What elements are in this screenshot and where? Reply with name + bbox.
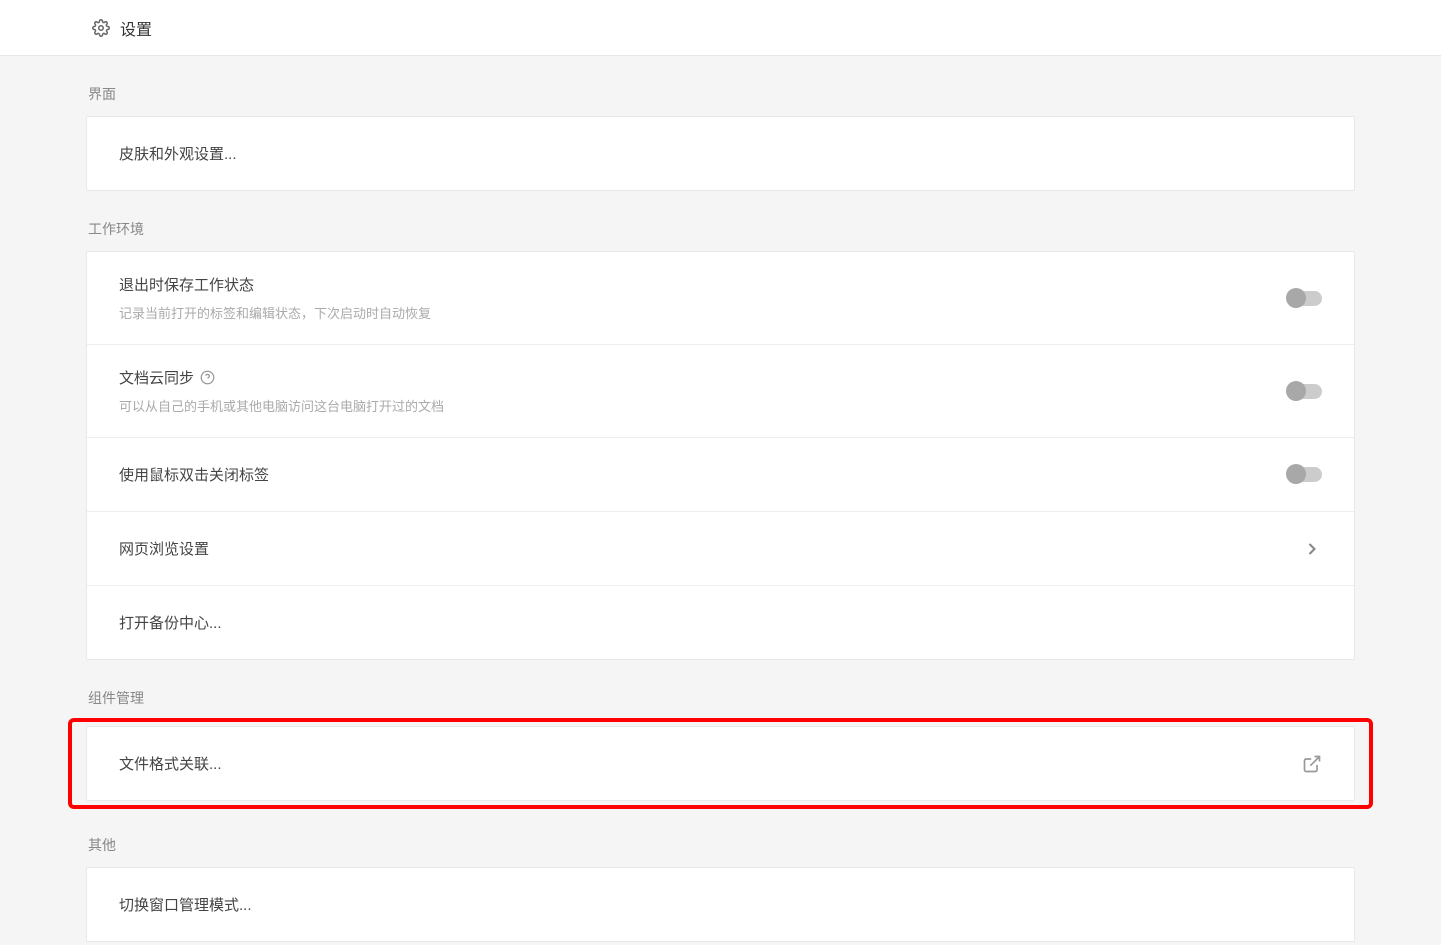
section-other: 其他 切换窗口管理模式...	[86, 835, 1355, 942]
save-work-state-label: 退出时保存工作状态	[119, 274, 431, 295]
section-title-interface: 界面	[86, 84, 1355, 104]
highlight-annotation: 文件格式关联...	[68, 718, 1373, 809]
section-work-env: 工作环境 退出时保存工作状态 记录当前打开的标签和编辑状态，下次启动时自动恢复 …	[86, 219, 1355, 660]
section-title-component-mgmt: 组件管理	[86, 688, 1355, 708]
section-component-mgmt: 组件管理 文件格式关联...	[86, 688, 1355, 809]
backup-center-row[interactable]: 打开备份中心...	[87, 586, 1354, 659]
double-click-close-label: 使用鼠标双击关闭标签	[119, 464, 269, 485]
section-title-other: 其他	[86, 835, 1355, 855]
help-icon[interactable]	[200, 370, 215, 385]
section-interface: 界面 皮肤和外观设置...	[86, 84, 1355, 191]
save-work-state-row[interactable]: 退出时保存工作状态 记录当前打开的标签和编辑状态，下次启动时自动恢复	[87, 252, 1354, 345]
cloud-sync-toggle[interactable]	[1288, 384, 1322, 399]
cloud-sync-label: 文档云同步	[119, 367, 194, 388]
page-title: 设置	[120, 16, 152, 40]
skin-appearance-row[interactable]: 皮肤和外观设置...	[87, 117, 1354, 190]
window-mode-label: 切换窗口管理模式...	[119, 894, 252, 915]
backup-center-label: 打开备份中心...	[119, 612, 222, 633]
header-bar: 设置	[0, 0, 1441, 56]
save-work-state-desc: 记录当前打开的标签和编辑状态，下次启动时自动恢复	[119, 303, 431, 322]
double-click-close-toggle[interactable]	[1288, 467, 1322, 482]
chevron-right-icon	[1302, 539, 1322, 559]
cloud-sync-row[interactable]: 文档云同步 可以从自己的手机或其他电脑访问这台电脑打开过的文档	[87, 345, 1354, 438]
gear-icon	[92, 19, 110, 37]
section-title-work-env: 工作环境	[86, 219, 1355, 239]
web-browse-row[interactable]: 网页浏览设置	[87, 512, 1354, 586]
window-mode-row[interactable]: 切换窗口管理模式...	[87, 868, 1354, 941]
cloud-sync-desc: 可以从自己的手机或其他电脑访问这台电脑打开过的文档	[119, 396, 444, 415]
file-format-label: 文件格式关联...	[119, 753, 222, 774]
save-work-state-toggle[interactable]	[1288, 291, 1322, 306]
web-browse-label: 网页浏览设置	[119, 538, 209, 559]
external-link-icon	[1302, 754, 1322, 774]
file-format-row[interactable]: 文件格式关联...	[87, 727, 1354, 800]
skin-appearance-label: 皮肤和外观设置...	[119, 143, 237, 164]
double-click-close-row[interactable]: 使用鼠标双击关闭标签	[87, 438, 1354, 512]
